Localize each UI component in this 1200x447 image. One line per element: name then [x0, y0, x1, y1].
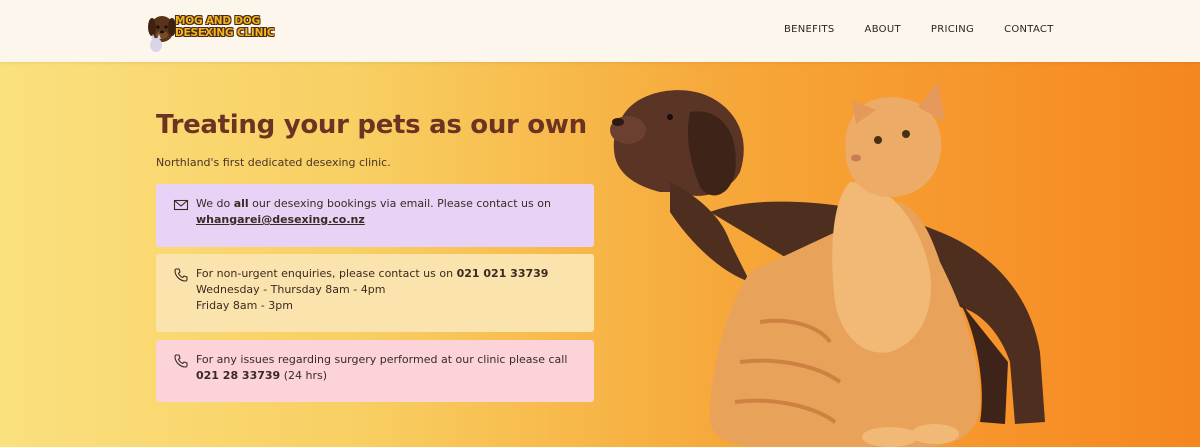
phone-card-hours-1: Wednesday - Thursday 8am - 4pm	[196, 283, 386, 296]
hero-section: Treating your pets as our own Northland'…	[0, 62, 1200, 447]
nav-contact[interactable]: CONTACT	[1004, 24, 1054, 35]
phone-enquiry-card: For non-urgent enquiries, please contact…	[156, 254, 594, 332]
main-nav: BENEFITS ABOUT PRICING CONTACT	[784, 24, 1054, 35]
hero-subtitle: Northland's first dedicated desexing cli…	[156, 156, 391, 169]
email-link[interactable]: whangarei@desexing.co.nz	[196, 213, 365, 226]
dog-cat-logo-icon	[148, 16, 176, 52]
email-card-text-1: We do	[196, 197, 234, 210]
email-card-text-2: our desexing bookings via email. Please …	[248, 197, 551, 210]
hero-title: Treating your pets as our own	[156, 110, 587, 140]
urgent-card-text: For any issues regarding surgery perform…	[196, 353, 568, 366]
phone-icon	[174, 268, 188, 282]
nav-pricing[interactable]: PRICING	[931, 24, 974, 35]
phone-icon	[174, 354, 188, 368]
phone-card-text-1: For non-urgent enquiries, please contact…	[196, 267, 457, 280]
nav-about[interactable]: ABOUT	[865, 24, 901, 35]
urgent-surgery-card: For any issues regarding surgery perform…	[156, 340, 594, 402]
nav-benefits[interactable]: BENEFITS	[784, 24, 835, 35]
phone-card-hours-2: Friday 8am - 3pm	[196, 299, 293, 312]
urgent-note: (24 hrs)	[280, 369, 328, 382]
email-booking-card: We do all our desexing bookings via emai…	[156, 184, 594, 247]
envelope-icon	[173, 199, 189, 211]
email-card-bold: all	[233, 197, 249, 210]
urgent-phone-link[interactable]: 021 28 33739	[196, 369, 280, 382]
logo-wordmark: MOG AND DOG DESEXING CLINIC	[175, 15, 275, 39]
site-header: MOG AND DOG DESEXING CLINIC BENEFITS ABO…	[0, 0, 1200, 62]
clinic-logo[interactable]: MOG AND DOG DESEXING CLINIC	[145, 9, 275, 53]
puppy-and-kitten-image	[610, 82, 1045, 447]
phone-number-link[interactable]: 021 021 33739	[457, 267, 549, 280]
